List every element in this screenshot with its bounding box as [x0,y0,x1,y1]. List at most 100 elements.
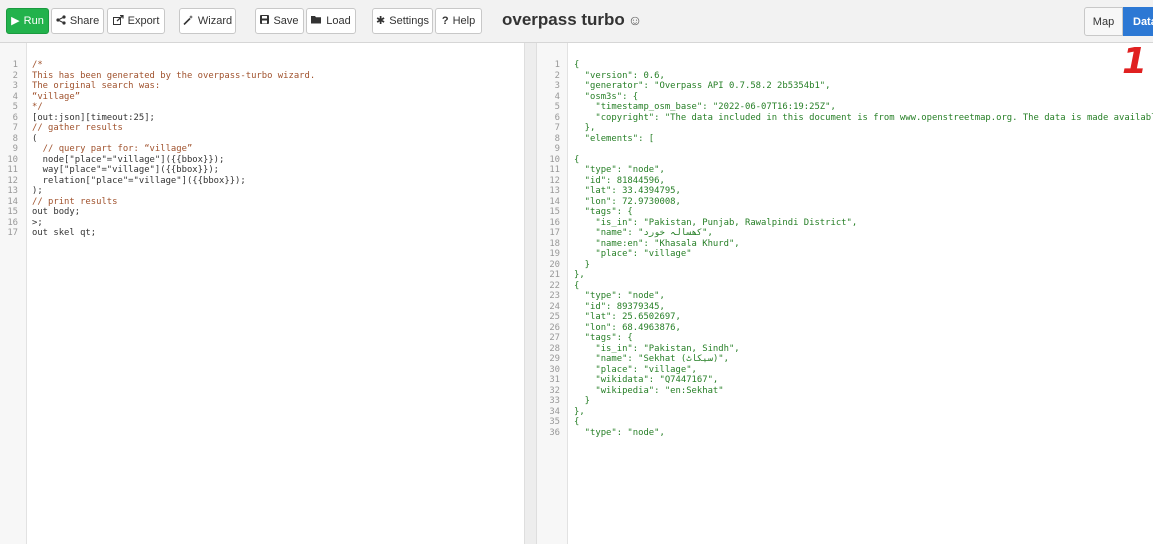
code-text: >; [32,217,43,228]
code-text: "tags": { [574,207,633,217]
data-viewer[interactable]: 1{2 "version": 0.6, 3 "generator": "Overp… [537,43,1153,544]
line-number: 4 [12,91,18,102]
code-text: { [574,154,580,165]
code-text: "place": "village", [574,364,697,375]
code-line: 15 "tags": { [537,207,1153,218]
line-number: 12 [549,175,560,186]
code-text: "copyright": "The data included in this … [574,112,1153,123]
line-number: 5 [12,102,18,112]
code-text: "place": "village" [574,249,692,259]
line-number: 18 [549,238,560,249]
wand-icon [183,14,194,28]
code-text: }, [574,270,585,280]
code-text: "elements": [ [574,133,655,144]
code-text: "lon": 72.9730008, [574,196,681,207]
load-button[interactable]: Load [306,8,356,34]
export-label: Export [127,15,160,27]
code-line: 17 "name": "کھسالہ خورد", [537,228,1153,239]
code-text: } [574,396,591,406]
code-line: 10 { [537,155,1153,166]
code-line: 20 } [537,260,1153,271]
line-number: 7 [12,123,18,133]
code-text: "type": "node", [574,291,665,301]
code-text: }, [574,406,585,417]
export-button[interactable]: Export [107,8,165,34]
query-editor[interactable]: 1 /* 2 This has been generated by the overp… [0,43,524,544]
code-text: "lat": 33.4394795, [574,186,681,196]
code-line: 19 "place": "village" [537,249,1153,260]
line-number: 23 [549,291,560,301]
line-number: 9 [554,144,560,154]
code-line: 2 "version": 0.6, [537,71,1153,82]
tab-map[interactable]: Map [1084,7,1123,36]
code-line: 31 "wikidata": "Q7447167", [537,375,1153,386]
code-text: // print results [32,196,118,207]
code-line: 8( [0,134,524,145]
code-line: 9 [537,144,1153,155]
line-number: 35 [549,417,560,427]
pane-resize-handle[interactable] [524,43,537,544]
line-number: 16 [7,217,18,228]
code-line: 33 } [537,396,1153,407]
code-line: 25 "lat": 25.6502697, [537,312,1153,323]
code-line: 4 “village” [0,92,524,103]
line-number: 1 [12,60,18,70]
line-number: 3 [554,81,560,91]
line-number: 25 [549,312,560,322]
run-button[interactable]: ▶ Run [6,8,49,34]
line-number: 7 [554,123,560,133]
load-label: Load [326,15,351,27]
code-text: "id": 89379345, [574,301,665,312]
code-line: 26 "lon": 68.4963876, [537,323,1153,334]
code-line: 36 "type": "node", [537,428,1153,439]
code-line: 23 "type": "node", [537,291,1153,302]
line-number: 11 [549,165,560,175]
help-button[interactable]: ? Help [435,8,482,34]
code-line: 6 "copyright": "The data included in thi… [537,113,1153,124]
code-line: 34}, [537,407,1153,418]
code-line: 13); [0,186,524,197]
code-line: 24 "id": 89379345, [537,302,1153,313]
code-line: 11 "type": "node", [537,165,1153,176]
line-number: 4 [554,91,560,102]
line-number: 2 [12,70,18,81]
wizard-button[interactable]: Wizard [179,8,236,34]
code-line: 17 out skel qt; [0,228,524,239]
code-line: 27 "tags": { [537,333,1153,344]
save-button[interactable]: Save [255,8,304,34]
github-icon[interactable]: ☺ [628,12,642,28]
code-text: “village” [32,91,81,102]
code-text: "type": "node", [574,427,665,438]
app-title-text: overpass turbo [502,10,625,29]
code-text: "lat": 25.6502697, [574,312,681,322]
settings-label: Settings [389,15,429,27]
play-icon: ▶ [11,14,20,27]
code-line: 6 [out:json][timeout:25]; [0,113,524,124]
folder-icon [311,15,322,27]
code-text: { [574,417,580,427]
line-number: 15 [7,207,18,217]
code-text: [out:json][timeout:25]; [32,112,155,123]
code-line: 11 way["place"="village"]({{bbox}}); [0,165,524,176]
settings-button[interactable]: ✱ Settings [372,8,433,34]
code-line: 21}, [537,270,1153,281]
code-line: 16 >; [0,218,524,229]
code-line: 4 "osm3s": { [537,92,1153,103]
question-icon: ? [441,14,449,27]
code-text: }, [574,123,596,133]
code-text: out body; [32,207,81,217]
run-label: Run [23,15,44,27]
share-button[interactable]: Share [51,8,104,34]
code-text: "wikipedia": "en:Sekhat" [574,385,724,396]
code-text: { [574,60,580,70]
code-line: 15 out body; [0,207,524,218]
line-number: 16 [549,217,560,228]
line-number: 10 [549,154,560,165]
line-number: 34 [549,406,560,417]
code-line: 14 "lon": 72.9730008, [537,197,1153,208]
line-number: 9 [12,144,18,154]
code-text: ( [32,133,38,144]
tab-data[interactable]: Data [1123,7,1153,36]
line-number: 27 [549,333,560,343]
line-number: 31 [549,375,560,385]
